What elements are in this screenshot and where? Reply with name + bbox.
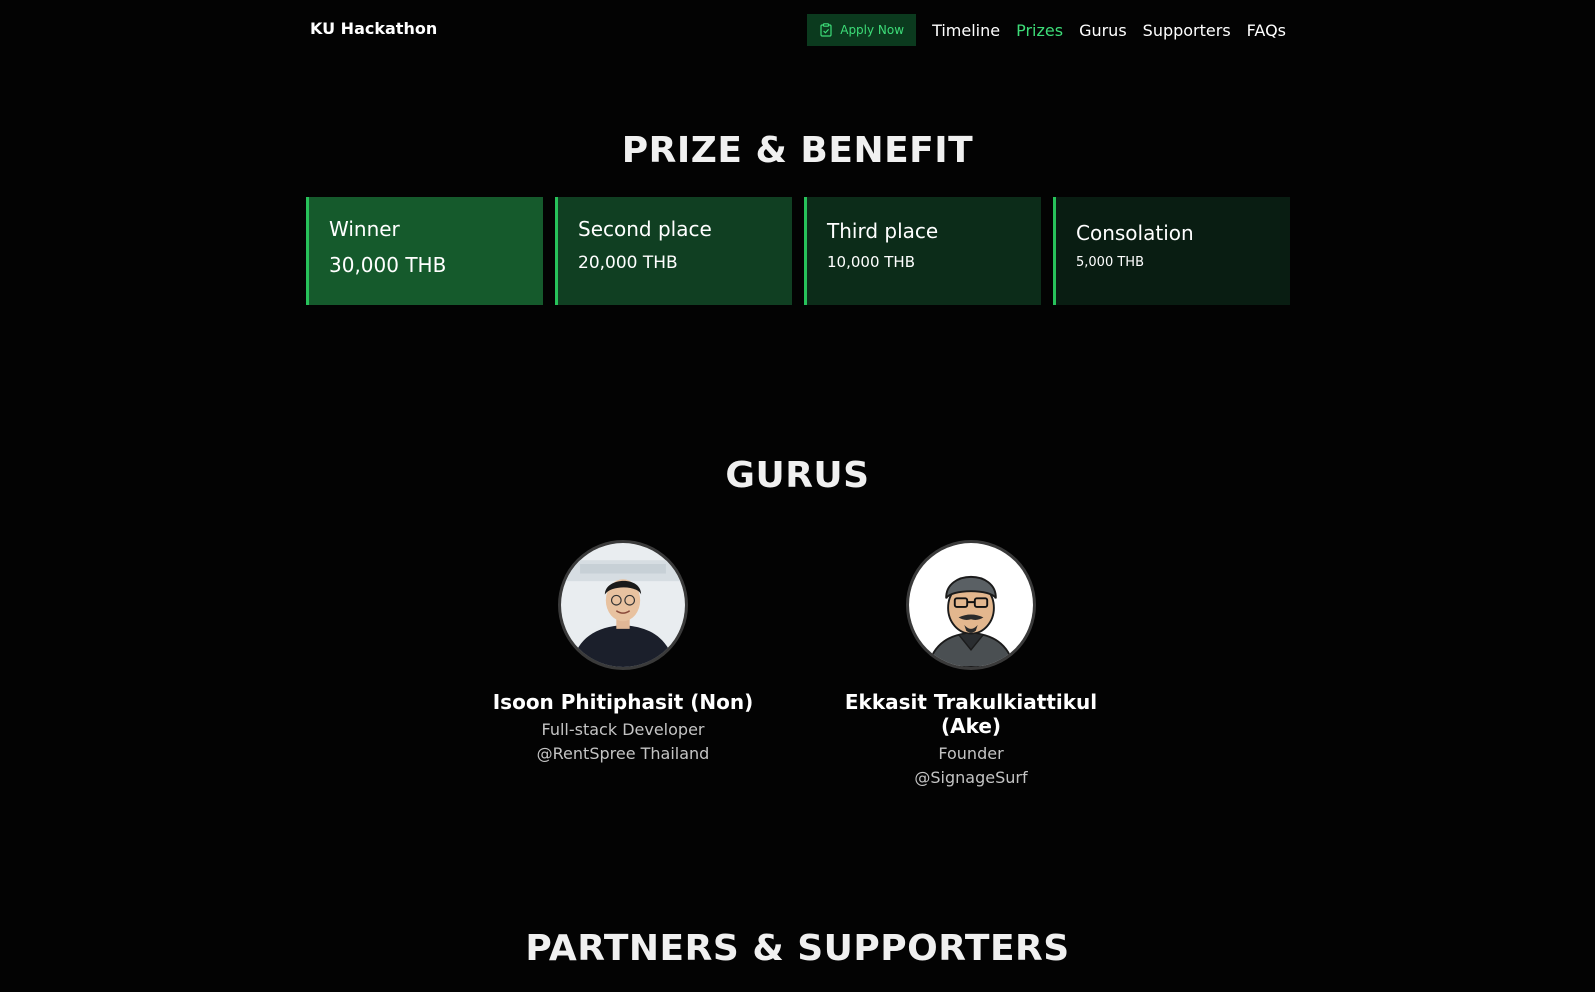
guru-role: Full-stack Developer bbox=[541, 720, 705, 739]
prize-card-winner: Winner 30,000 THB bbox=[306, 197, 543, 305]
apply-now-label: Apply Now bbox=[840, 23, 905, 37]
guru-card: Isoon Phitiphasit (Non) Full-stack Devel… bbox=[473, 540, 773, 766]
page: KU Hackathon Apply Now Timeline Prizes G… bbox=[0, 0, 1595, 992]
guru-role: Founder bbox=[938, 744, 1004, 763]
nav-link-gurus[interactable]: Gurus bbox=[1079, 21, 1127, 40]
prize-card-consolation: Consolation 5,000 THB bbox=[1053, 197, 1290, 305]
prize-label: Second place bbox=[578, 217, 712, 241]
guru-name: Isoon Phitiphasit (Non) bbox=[492, 690, 754, 714]
nav-link-supporters[interactable]: Supporters bbox=[1143, 21, 1231, 40]
prize-card-third: Third place 10,000 THB bbox=[804, 197, 1041, 305]
guru-avatar-illustration bbox=[906, 540, 1036, 670]
apply-now-button[interactable]: Apply Now bbox=[807, 14, 917, 46]
prize-card-second: Second place 20,000 THB bbox=[555, 197, 792, 305]
prize-amount: 10,000 THB bbox=[827, 253, 915, 271]
guru-avatar-photo bbox=[558, 540, 688, 670]
prize-cards: Winner 30,000 THB Second place 20,000 TH… bbox=[306, 197, 1290, 305]
partners-section-title: PARTNERS & SUPPORTERS bbox=[525, 928, 1070, 969]
nav-link-timeline[interactable]: Timeline bbox=[932, 21, 1000, 40]
prize-amount: 30,000 THB bbox=[329, 253, 447, 277]
nav-links: Apply Now Timeline Prizes Gurus Supporte… bbox=[807, 14, 1286, 46]
prize-section-title: PRIZE & BENEFIT bbox=[621, 130, 974, 171]
prize-label: Consolation bbox=[1076, 221, 1194, 245]
guru-company: @RentSpree Thailand bbox=[536, 744, 710, 763]
guru-card: Ekkasit Trakulkiattikul (Ake) Founder @S… bbox=[821, 540, 1121, 790]
guru-name: Ekkasit Trakulkiattikul (Ake) bbox=[844, 690, 1098, 738]
prize-amount: 5,000 THB bbox=[1076, 255, 1144, 270]
guru-company: @SignageSurf bbox=[914, 768, 1028, 787]
prize-label: Third place bbox=[827, 219, 939, 243]
gurus-section-title: GURUS bbox=[725, 455, 870, 496]
nav-link-prizes[interactable]: Prizes bbox=[1016, 21, 1063, 40]
nav-link-faqs[interactable]: FAQs bbox=[1247, 21, 1286, 40]
top-nav: KU Hackathon Apply Now Timeline Prizes G… bbox=[0, 0, 1595, 60]
prize-label: Winner bbox=[329, 217, 400, 241]
prize-amount: 20,000 THB bbox=[578, 253, 678, 273]
clipboard-check-icon bbox=[820, 23, 832, 37]
brand-logo[interactable]: KU Hackathon bbox=[310, 19, 437, 38]
